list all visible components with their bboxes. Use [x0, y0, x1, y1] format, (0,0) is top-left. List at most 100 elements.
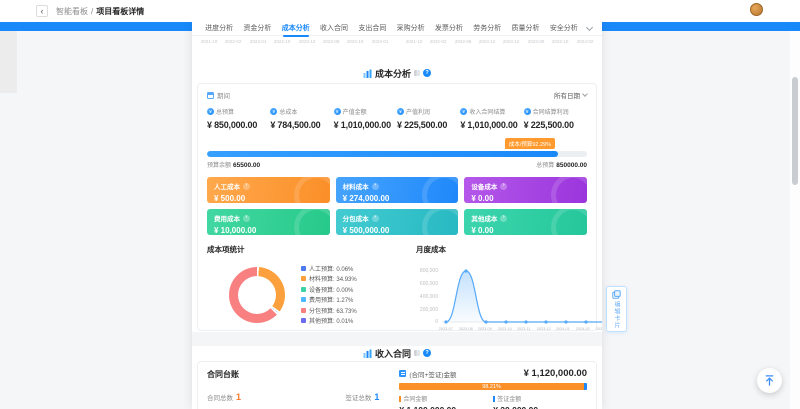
metric-label: 产值金额	[343, 107, 367, 116]
card-value: ¥ 500.00	[214, 194, 323, 203]
visa-amount: ¥ 20,000.00	[493, 405, 587, 409]
breadcrumb: 智能看板 / 项目看板详情	[56, 6, 144, 17]
chevron-right-icon: ›	[243, 215, 250, 222]
metric-total-budget: ¥总预算 ¥ 850,000.00	[207, 107, 270, 130]
amount-label: (合同+签证)金额	[409, 369, 456, 379]
period-row: 期间 所有日期	[207, 90, 587, 100]
tab-safety-analysis[interactable]: 安全分析	[545, 21, 583, 36]
x-axis-tick: 2023-10	[496, 326, 513, 330]
edit-card-label: 编辑卡片	[612, 301, 621, 329]
budget-total: 总预算850000.00	[536, 160, 587, 169]
breadcrumb-root[interactable]: 智能看板	[56, 6, 88, 17]
metric-total-cost: ¥总成本 ¥ 784,500.00	[270, 107, 333, 130]
donut-legend-item[interactable]: 材料预算: 34.93%	[301, 274, 357, 285]
tab-funds-analysis[interactable]: 资金分析	[238, 21, 276, 36]
metric-label: 收入合同结算	[469, 107, 505, 116]
metric-value: ¥ 784,500.00	[270, 120, 333, 130]
cost-metrics-row: ¥总预算 ¥ 850,000.00 ¥总成本 ¥ 784,500.00 ¥产值金…	[207, 107, 587, 130]
help-icon[interactable]: ?	[423, 349, 431, 357]
tab-quality-analysis[interactable]: 质量分析	[506, 21, 544, 36]
budget-remaining: 预算余额65500.00	[207, 160, 260, 169]
axis-label: 2023-08	[323, 39, 340, 44]
cost-card-equipment[interactable]: 设备成本› ¥ 0.00	[464, 177, 587, 203]
scrolled-chart-axis-remnants: 2021-10 2022-02 2023-01 2022-10 2023-12 …	[200, 39, 594, 45]
cost-card-expense[interactable]: 费用成本› ¥ 10,000.00	[207, 209, 330, 235]
chevron-right-icon: ›	[372, 215, 379, 222]
help-icon[interactable]: ?	[423, 69, 431, 77]
donut-legend-item[interactable]: 其他预算: 0.01%	[301, 316, 357, 327]
page-scrollbar	[790, 31, 800, 409]
tab-invoice-analysis[interactable]: 发票分析	[430, 21, 468, 36]
contract-count: 合同总数 1	[207, 392, 241, 402]
metric-output-amount: ¥产值金额 ¥ 1,010,000.00	[334, 107, 397, 130]
tab-progress-analysis[interactable]: 进度分析	[200, 21, 238, 36]
cost-card-labor[interactable]: 人工成本› ¥ 500.00	[207, 177, 330, 203]
cost-budget-ratio-badge: 成本/预算92.29%	[505, 138, 555, 149]
sidebar-remnant	[0, 31, 17, 93]
tab-income-contract[interactable]: 收入合同	[315, 21, 353, 36]
metric-settlement-profit: ¥合同结算利润 ¥ 225,500.00	[524, 107, 587, 130]
yuan-icon: ¥	[270, 108, 277, 115]
cost-charts-row: 成本项统计 人工预算: 0.06% 材料预算: 34.93% 设备预算: 0.0…	[207, 244, 587, 338]
axis-label: 2021-10	[201, 39, 218, 44]
app-header: ‹ 智能看板 / 项目看板详情	[0, 0, 800, 22]
donut-legend-item[interactable]: 设备预算: 0.00%	[301, 284, 357, 295]
donut-legend-item[interactable]: 费用预算: 1.27%	[301, 295, 357, 306]
card-label: 费用成本	[214, 213, 240, 223]
back-to-top-button[interactable]	[757, 368, 782, 393]
tab-expense-contract[interactable]: 支出合同	[353, 21, 391, 36]
tabs-collapse-chevron-icon[interactable]	[586, 23, 593, 30]
contract-stacked-bar[interactable]: 98.21%	[399, 383, 587, 390]
metric-label: 合同结算利润	[533, 107, 569, 116]
x-axis-tick: 2023-11	[516, 326, 533, 330]
contract-amount: ¥ 1,100,000.00	[399, 405, 493, 409]
metric-value: ¥ 225,500.00	[397, 120, 460, 130]
donut-legend-item[interactable]: 分包预算: 63.73%	[301, 305, 357, 316]
tab-cost-analysis[interactable]: 成本分析	[277, 21, 315, 36]
x-axis-tick: 2023-07	[437, 326, 454, 330]
card-value: ¥ 0.00	[471, 226, 580, 235]
monthly-chart-plot[interactable]: 800,000 600,000 400,000 200,000 0	[416, 260, 587, 338]
yuan-icon: ¥	[334, 108, 341, 115]
axis-label: 2022-06	[455, 39, 472, 44]
edit-card-button[interactable]: 编辑卡片	[606, 286, 627, 332]
tab-procurement-analysis[interactable]: 采购分析	[391, 21, 429, 36]
card-label: 其他成本	[471, 213, 497, 223]
x-axis-tick: 2024-03	[594, 326, 602, 330]
screen: ‹ 智能看板 / 项目看板详情 进度分析 资金分析 成本分析 收入合同 支出合同…	[0, 0, 800, 409]
budget-badge-row: 成本/预算92.29%	[207, 138, 587, 149]
metric-label: 产值利润	[406, 107, 430, 116]
donut-chart[interactable]	[229, 267, 285, 323]
visa-count: 签证总数 1	[345, 392, 379, 402]
avatar[interactable]	[750, 3, 763, 16]
chevron-right-icon: ›	[500, 215, 507, 222]
mini-chart-icon[interactable]	[414, 350, 420, 356]
donut-legend-item[interactable]: 人工预算: 0.06%	[301, 263, 357, 274]
metric-income-settlement: ¥收入合同结算 ¥ 1,010,000.00	[460, 107, 523, 130]
tab-labor-analysis[interactable]: 劳务分析	[468, 21, 506, 36]
income-section-header: 收入合同 ?	[192, 346, 602, 360]
axis-label: 2022-10	[274, 39, 291, 44]
cost-section-header: 成本分析 ?	[192, 65, 602, 81]
metric-value: ¥ 225,500.00	[524, 120, 587, 130]
cost-cards-grid: 人工成本› ¥ 500.00 材料成本› ¥ 274,000.00 设备成本› …	[207, 177, 587, 235]
visa-count-value[interactable]: 1	[374, 392, 379, 402]
arrow-up-to-top-icon	[763, 374, 776, 387]
document-icon	[399, 370, 406, 377]
card-label: 设备成本	[471, 181, 497, 191]
breadcrumb-separator: /	[91, 7, 93, 16]
contract-amount-panel: (合同+签证)金额 ¥ 1,120,000.00 98.21% 合同金额	[389, 368, 587, 409]
page-scrollbar-thumb[interactable]	[792, 77, 798, 185]
mini-chart-icon[interactable]	[414, 70, 420, 76]
amount-value: ¥ 1,120,000.00	[524, 368, 587, 379]
cost-card-material[interactable]: 材料成本› ¥ 274,000.00	[336, 177, 459, 203]
cost-card-other[interactable]: 其他成本› ¥ 0.00	[464, 209, 587, 235]
card-value: ¥ 500,000.00	[343, 226, 452, 235]
axis-label: 2024-02	[577, 39, 594, 44]
x-axis-ticks: 2023-07 2023-08 2023-09 2023-10 2023-11 …	[436, 326, 602, 331]
legend-dot	[301, 287, 306, 292]
date-filter-dropdown[interactable]: 所有日期	[554, 90, 587, 100]
contract-count-value[interactable]: 1	[236, 392, 241, 402]
cost-card-subcontract[interactable]: 分包成本› ¥ 500,000.00	[336, 209, 459, 235]
back-button[interactable]: ‹	[36, 5, 48, 17]
